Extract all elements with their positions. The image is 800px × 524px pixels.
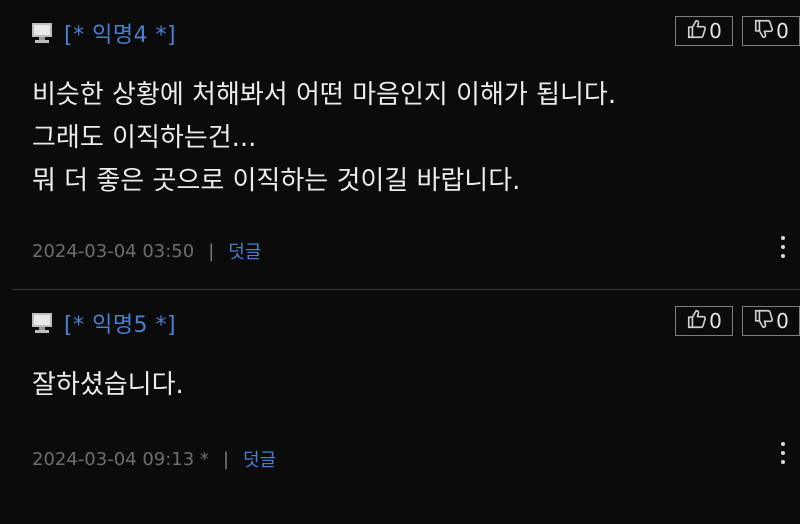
computer-monitor-icon [30,21,54,45]
thumbs-down-icon [753,18,775,44]
comment-line: 그래도 이직하는건... [32,123,257,153]
dislike-count: 0 [776,19,789,43]
dislike-count: 0 [776,309,789,333]
comment-line: 잘하셨습니다. [32,370,184,400]
thumbs-down-icon [753,308,775,334]
comment-author[interactable]: [* 익명4 *] [64,17,176,49]
meta-separator: | [208,240,215,262]
like-count: 0 [709,309,722,333]
thumbs-up-icon [686,308,708,334]
meta-separator: | [222,448,230,470]
comment-author[interactable]: [* 익명5 *] [64,307,176,339]
comment-timestamp: 2024-03-04 03:50 [32,240,195,262]
computer-monitor-icon [30,311,54,335]
vote-buttons: 0 0 [666,16,800,46]
comment-body: 비슷한 상황에 처해봐서 어떤 마음인지 이해가 됩니다. 그래도 이직하는건.… [32,74,616,203]
vote-buttons: 0 0 [666,306,800,336]
like-count: 0 [709,19,722,43]
like-button[interactable]: 0 [675,16,733,46]
comment-header: [* 익명5 *] [30,308,176,338]
dislike-button[interactable]: 0 [742,16,800,46]
comment-item: [* 익명4 *] 0 0 비슷한 상황에 처해봐서 어떤 마음인지 이해가 됩… [0,0,800,289]
reply-link[interactable]: 덧글 [243,446,276,472]
comment-line: 비슷한 상황에 처해봐서 어떤 마음인지 이해가 됩니다. [32,80,617,110]
comment-body: 잘하셨습니다. [32,364,184,407]
comment-item: [* 익명5 *] 0 0 잘하셨습니다. 2024-03-04 09:13 *… [0,290,800,524]
dislike-button[interactable]: 0 [742,306,800,336]
comment-timestamp: 2024-03-04 09:13 * [32,448,209,470]
reply-link[interactable]: 덧글 [228,238,261,264]
comment-meta: 2024-03-04 09:13 * | 덧글 [32,446,276,472]
comment-line: 뭐 더 좋은 곳으로 이직하는 것이길 바랍니다. [32,166,521,196]
comment-meta: 2024-03-04 03:50 | 덧글 [32,238,261,264]
thumbs-up-icon [686,18,708,44]
more-vertical-icon[interactable] [780,442,786,468]
comment-header: [* 익명4 *] [30,18,176,48]
more-vertical-icon[interactable] [780,236,786,262]
like-button[interactable]: 0 [675,306,733,336]
